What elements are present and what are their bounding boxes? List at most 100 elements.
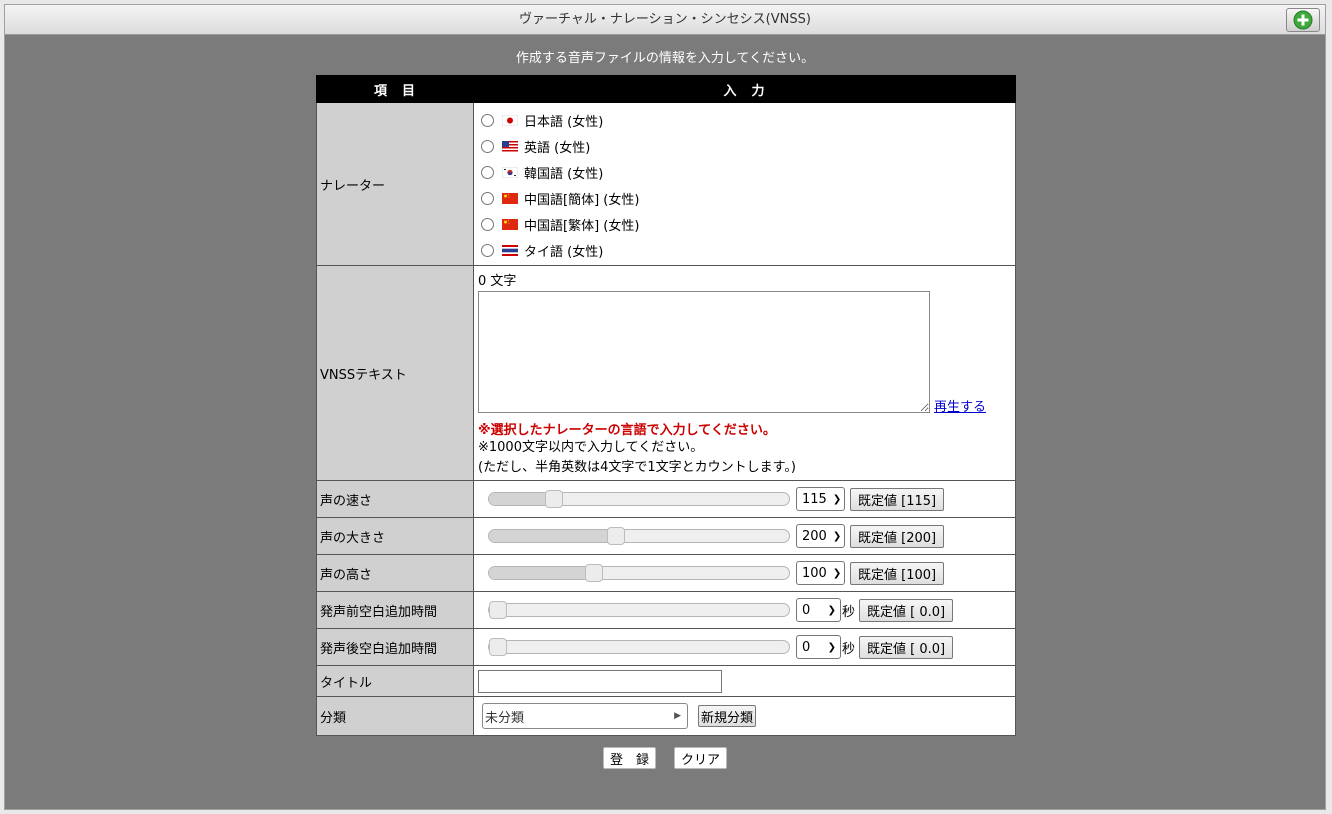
window-title: ヴァーチャル・ナレーション・シンセシス(VNSS) [519, 12, 811, 27]
pre-silence-value: 0 [802, 602, 811, 618]
volume-default-button[interactable]: 既定値 [200] [850, 524, 945, 548]
seconds-unit: 秒 [842, 641, 856, 657]
chevron-down-icon: ❯ [832, 567, 842, 579]
narrator-radio-zh-tw[interactable] [481, 217, 494, 231]
narrator-option-label: 韓国語 (女性) [524, 166, 604, 182]
category-label-text: 分類 [320, 710, 347, 726]
speed-default-button[interactable]: 既定値 [115] [850, 487, 945, 511]
title-label-text: タイトル [320, 675, 373, 691]
pre-silence-default-button[interactable]: 既定値 [ 0.0] [859, 598, 954, 622]
th-flag-icon [502, 244, 518, 256]
narrator-label: ナレーター [316, 102, 474, 266]
slider-thumb[interactable] [545, 490, 563, 508]
pitch-default-button[interactable]: 既定値 [100] [850, 561, 945, 585]
vnss-form-table: 項 目 入 力 ナレーター 日本語 (女性) 英語 (女性) 韓国語 (女性) … [316, 75, 1016, 736]
cn-flag-icon [502, 218, 518, 230]
chevron-down-icon: ❯ [832, 493, 842, 505]
pitch-slider[interactable] [488, 564, 790, 582]
speed-select[interactable]: 115 ❯ [796, 487, 845, 511]
speed-value: 115 [802, 491, 827, 507]
category-value: 未分類 [485, 710, 525, 726]
clear-button[interactable]: クリア [674, 747, 728, 769]
narrator-option-ja[interactable]: 日本語 (女性) [478, 107, 1015, 133]
volume-value: 200 [802, 528, 827, 544]
char-count: 0 文字 [478, 274, 517, 289]
volume-select[interactable]: 200 ❯ [796, 524, 845, 548]
volume-slider[interactable] [488, 527, 790, 545]
post-silence-label: 発声後空白追加時間 [316, 628, 474, 666]
narrator-option-label: 中国語[繁体] (女性) [524, 218, 640, 234]
language-warning: ※選択したナレーターの言語で入力してください。 [478, 423, 776, 438]
post-silence-row: 発声後空白追加時間 0 ❯ 秒 既定値 [ 0.0] [316, 628, 1016, 666]
volume-row: 声の大きさ 200 ❯ 既定値 [200] [316, 517, 1016, 555]
post-silence-slider[interactable] [488, 638, 790, 656]
length-note: ※1000文字以内で入力してください。 [478, 440, 704, 455]
narrator-radio-th[interactable] [481, 243, 494, 257]
instruction-text: 作成する音声ファイルの情報を入力してください。 [515, 51, 815, 66]
seconds-unit: 秒 [842, 604, 856, 620]
title-bar: ヴァーチャル・ナレーション・シンセシス(VNSS) [5, 5, 1325, 35]
plus-circle-icon [1293, 10, 1313, 30]
chevron-down-icon: ❯ [832, 530, 842, 542]
speed-row: 声の速さ 115 ❯ 既定値 [115] [316, 480, 1016, 518]
narrator-radio-ko[interactable] [481, 165, 494, 179]
narrator-option-zh-tw[interactable]: 中国語[繁体] (女性) [478, 211, 1015, 237]
post-silence-select[interactable]: 0 ❯ [796, 635, 841, 659]
narrator-option-en[interactable]: 英語 (女性) [478, 133, 1015, 159]
pre-silence-slider[interactable] [488, 601, 790, 619]
text-cell: 0 文字 再生する ※選択したナレーターの言語で入力してください。 ※1000文… [473, 265, 1016, 481]
speed-label: 声の速さ [316, 480, 474, 518]
narrator-option-zh-cn[interactable]: 中国語[簡体] (女性) [478, 185, 1015, 211]
chevron-down-icon: ❯ [827, 641, 836, 653]
header-input: 入 力 [473, 75, 1016, 103]
speed-slider[interactable] [488, 490, 790, 508]
category-row: 分類 未分類 ▶ 新規分類 [316, 696, 1016, 736]
post-silence-default-button[interactable]: 既定値 [ 0.0] [859, 635, 954, 659]
chevron-down-icon: ❯ [827, 604, 836, 616]
pre-silence-label: 発声前空白追加時間 [316, 591, 474, 629]
narrator-radio-ja[interactable] [481, 113, 494, 127]
header-item: 項 目 [316, 75, 474, 103]
register-button[interactable]: 登 録 [602, 747, 656, 769]
pitch-value: 100 [802, 565, 827, 581]
volume-label: 声の大きさ [316, 517, 474, 555]
count-note: (ただし、半角英数は4文字で1文字とカウントします。) [478, 460, 796, 475]
add-button[interactable] [1286, 8, 1320, 32]
pre-silence-row: 発声前空白追加時間 0 ❯ 秒 既定値 [ 0.0] [316, 591, 1016, 629]
form-actions: 登 録 クリア [5, 747, 1325, 769]
pitch-label: 声の高さ [316, 554, 474, 592]
title-row: タイトル [316, 665, 1016, 697]
title-label: タイトル [316, 665, 474, 697]
pitch-select[interactable]: 100 ❯ [796, 561, 845, 585]
pre-silence-select[interactable]: 0 ❯ [796, 598, 841, 622]
post-silence-value: 0 [802, 639, 811, 655]
jp-flag-icon [501, 114, 519, 126]
cn-flag-icon [502, 192, 518, 204]
narrator-option-label: 英語 (女性) [524, 140, 591, 156]
pitch-row: 声の高さ 100 ❯ 既定値 [100] [316, 554, 1016, 592]
category-select[interactable]: 未分類 ▶ [482, 703, 688, 729]
kr-flag-icon [501, 166, 519, 178]
text-row: VNSSテキスト 0 文字 再生する ※選択したナレーターの言語で入力してくださ… [316, 265, 1016, 481]
narrator-options: 日本語 (女性) 英語 (女性) 韓国語 (女性) 中国語[簡体] (女性) 中… [473, 102, 1016, 266]
play-link[interactable]: 再生する [934, 396, 986, 415]
category-label: 分類 [316, 696, 474, 736]
text-label: VNSSテキスト [316, 265, 474, 481]
narrator-radio-zh-cn[interactable] [481, 191, 494, 205]
slider-thumb[interactable] [585, 564, 603, 582]
narrator-option-label: 日本語 (女性) [524, 114, 604, 130]
table-header-row: 項 目 入 力 [316, 75, 1016, 103]
narrator-radio-en[interactable] [481, 139, 494, 153]
chevron-right-icon: ▶ [674, 711, 681, 721]
narrator-option-ko[interactable]: 韓国語 (女性) [478, 159, 1015, 185]
app-window: ヴァーチャル・ナレーション・シンセシス(VNSS) 作成する音声ファイルの情報を… [4, 4, 1326, 810]
vnss-text-input[interactable] [478, 291, 930, 413]
narrator-row: ナレーター 日本語 (女性) 英語 (女性) 韓国語 (女性) 中国語[簡体] … [316, 102, 1016, 266]
narrator-option-label: 中国語[簡体] (女性) [524, 192, 640, 208]
slider-thumb[interactable] [607, 527, 625, 545]
new-category-button[interactable]: 新規分類 [698, 705, 757, 727]
slider-thumb[interactable] [489, 601, 507, 619]
slider-thumb[interactable] [489, 638, 507, 656]
title-input[interactable] [478, 669, 722, 693]
narrator-option-th[interactable]: タイ語 (女性) [478, 237, 1015, 263]
